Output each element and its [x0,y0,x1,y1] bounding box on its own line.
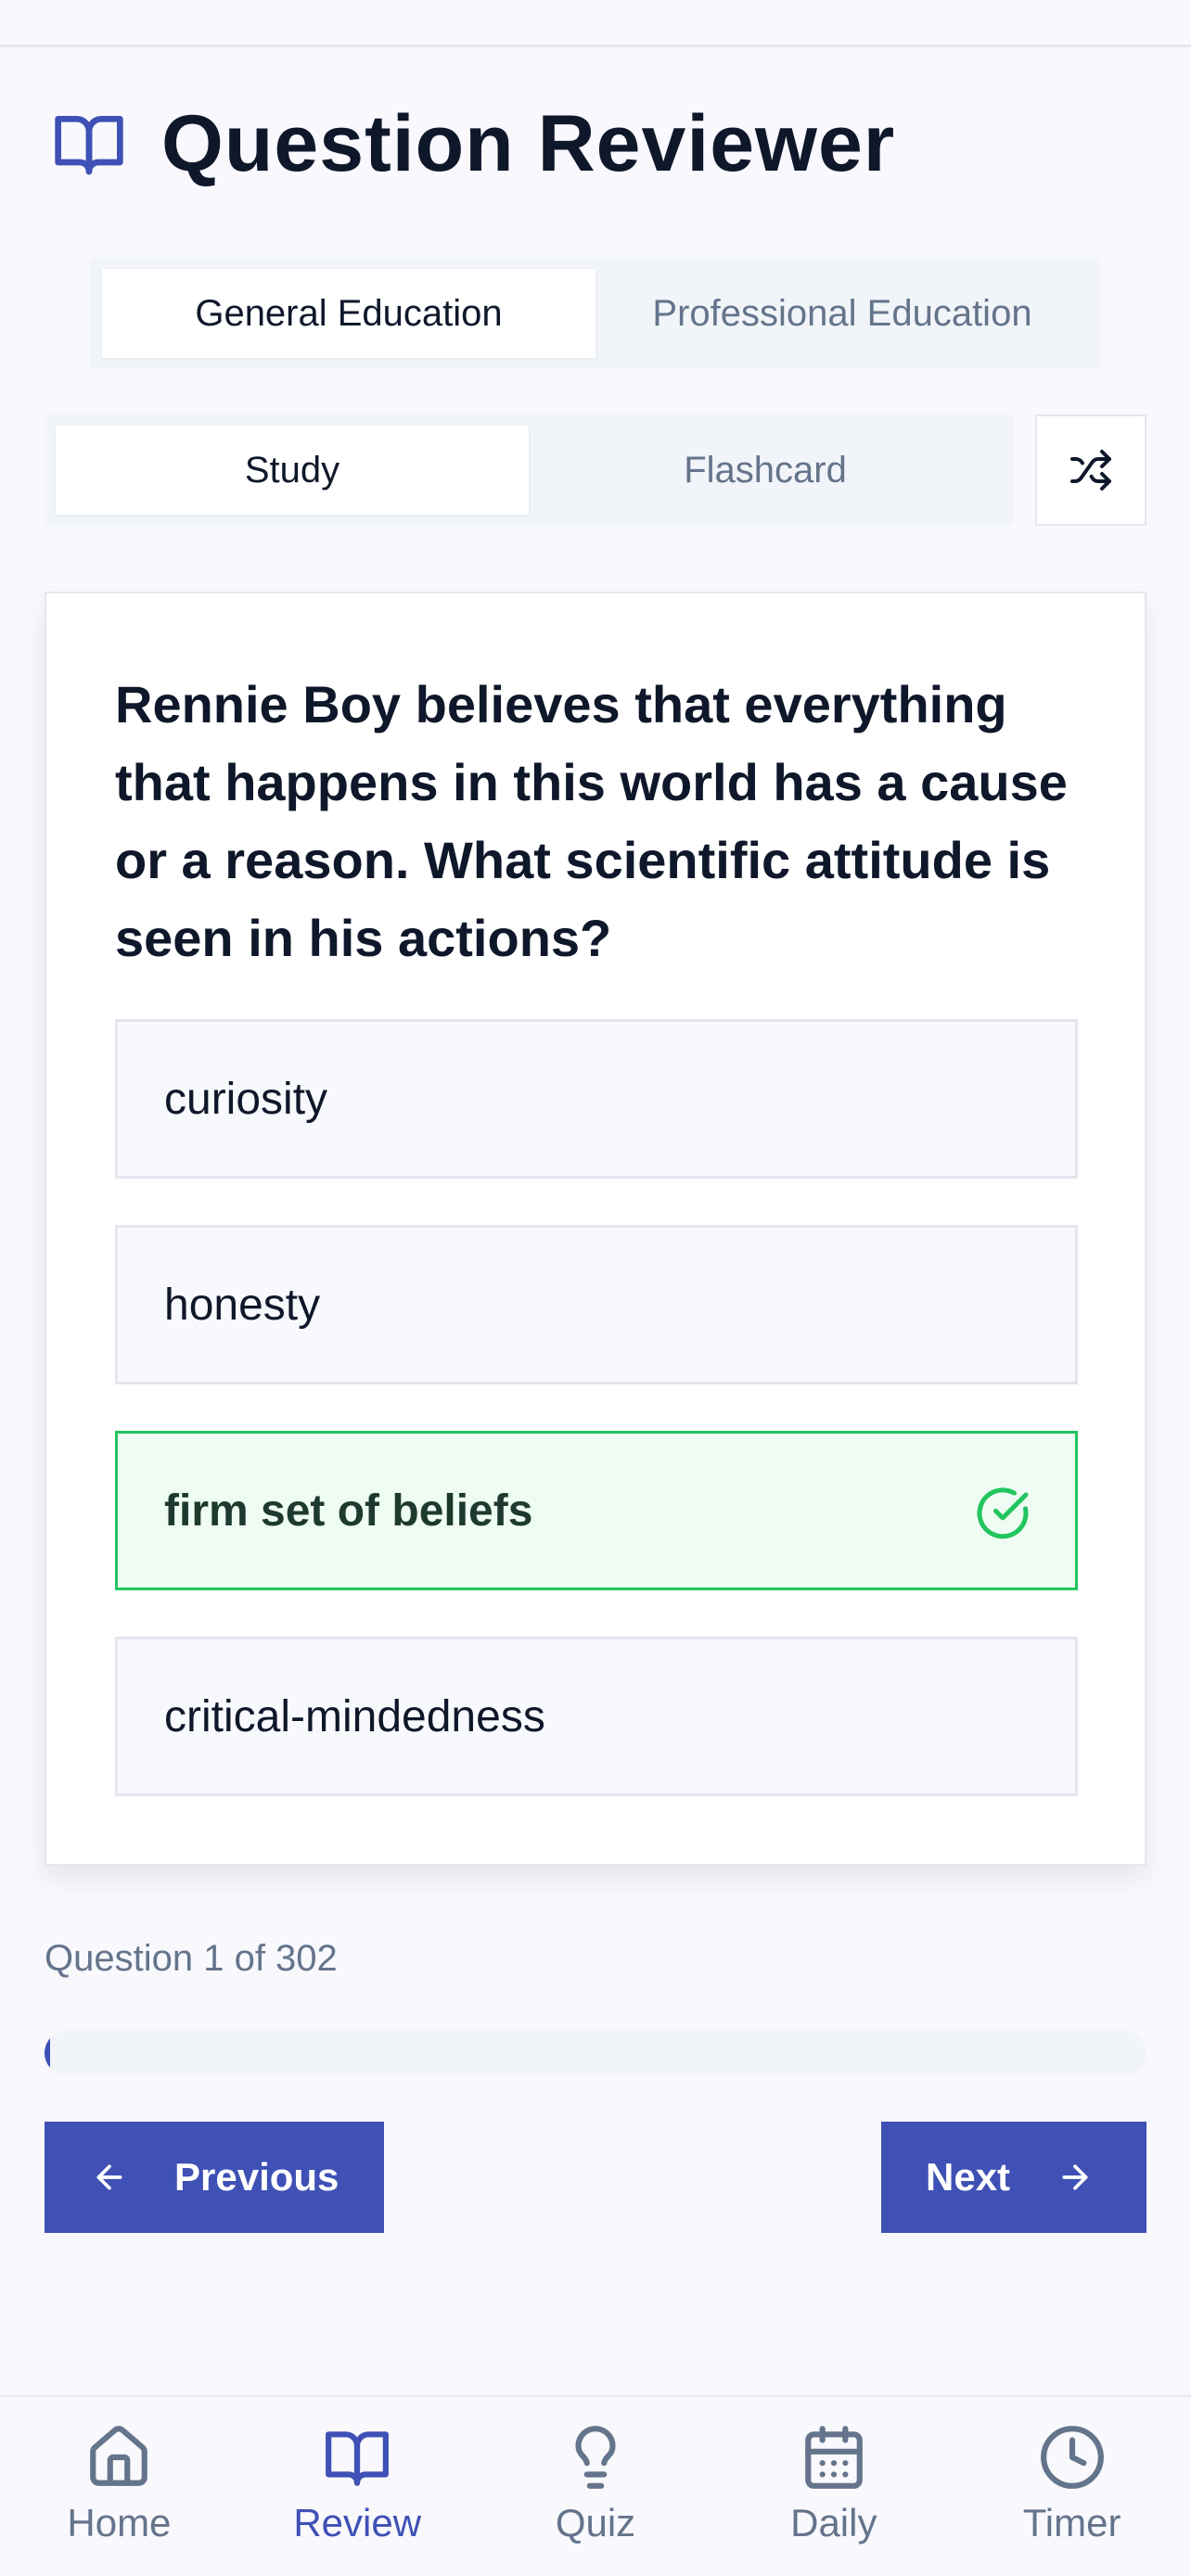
home-icon [90,2426,148,2486]
choice-option[interactable]: critical-mindedness [115,1637,1078,1796]
shuffle-button[interactable] [1035,414,1146,526]
choice-label: curiosity [164,1074,328,1124]
tab-label: Quiz [555,2501,636,2544]
previous-label: Previous [174,2155,339,2199]
choice-option[interactable]: curiosity [115,1019,1078,1179]
progress-fill [45,2031,50,2075]
choice-option[interactable]: honesty [115,1225,1078,1384]
next-button[interactable]: Next [881,2122,1146,2233]
tab-quiz[interactable]: Quiz [477,2397,715,2576]
book-open-icon [326,2431,390,2486]
tab-home[interactable]: Home [0,2397,238,2576]
tab-professional-education[interactable]: Professional Education [596,269,1089,358]
shuffle-icon [1070,450,1111,491]
arrow-right-icon [1062,2164,1088,2190]
mode-switch: Study Flashcard [45,414,1013,526]
question-counter: Question 1 of 302 [45,1938,338,1979]
tab-flashcard[interactable]: Flashcard [529,426,1002,515]
tab-label: Review [293,2501,422,2544]
choice-option-correct[interactable]: firm set of beliefs [115,1431,1078,1590]
tab-study[interactable]: Study [56,426,529,515]
clock-icon [1040,2426,1104,2489]
question-text: Rennie Boy believes that everything that… [115,675,1068,967]
arrow-left-icon [96,2164,122,2190]
category-switch: General Education Professional Education [91,258,1100,369]
choice-label: critical-mindedness [164,1691,545,1741]
tab-label: Home [67,2501,172,2544]
tab-timer[interactable]: Timer [953,2397,1191,2576]
calendar-icon [804,2426,863,2489]
book-open-icon [55,116,123,175]
progress-bar [45,2031,1146,2075]
tab-review[interactable]: Review [238,2397,477,2576]
check-circle-icon [977,1487,1029,1539]
next-label: Next [926,2155,1011,2199]
tab-label: Daily [790,2501,877,2544]
page: Question Reviewer General Education Prof… [0,0,1191,2576]
bottom-tab-bar: Home Review Quiz Daily Timer [0,2395,1191,2576]
lightbulb-icon [575,2426,616,2489]
tab-label: Timer [1022,2501,1121,2544]
page-header: Question Reviewer [46,97,895,190]
tab-general-education[interactable]: General Education [102,269,596,358]
tab-daily[interactable]: Daily [714,2397,953,2576]
page-title: Question Reviewer [161,98,896,188]
top-divider [0,45,1191,47]
choice-label: honesty [164,1280,321,1330]
choice-label: firm set of beliefs [164,1486,533,1536]
question-card: Rennie Boy believes that everything that… [45,592,1146,1866]
previous-button[interactable]: Previous [45,2122,384,2233]
